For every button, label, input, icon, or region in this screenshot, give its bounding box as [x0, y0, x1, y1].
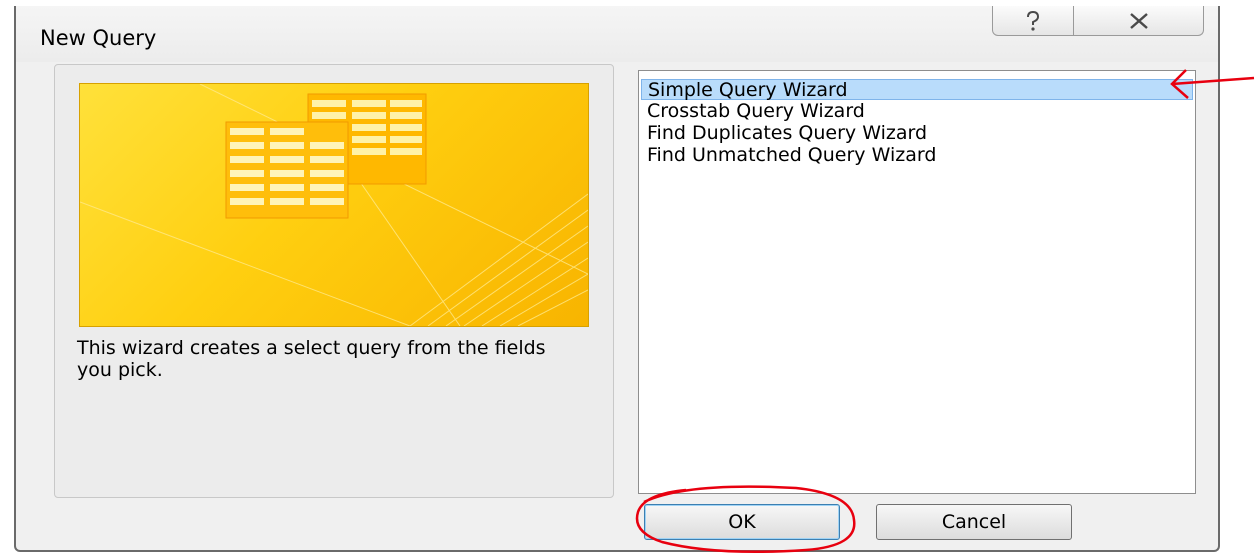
wizard-preview-panel: This wizard creates a select query from …: [54, 64, 614, 498]
dialog-title: New Query: [40, 26, 157, 50]
close-x-icon: [1129, 12, 1148, 29]
list-item-find-unmatched-query-wizard[interactable]: Find Unmatched Query Wizard: [641, 145, 1193, 166]
list-item-simple-query-wizard[interactable]: Simple Query Wizard: [641, 79, 1193, 101]
title-bar: New Query: [16, 6, 1218, 62]
wizard-list[interactable]: Simple Query Wizard Crosstab Query Wizar…: [638, 70, 1196, 494]
close-button[interactable]: [1074, 6, 1204, 36]
cancel-button[interactable]: Cancel: [876, 504, 1072, 540]
table-graphic-icon: [80, 84, 588, 326]
ok-button[interactable]: OK: [644, 504, 840, 540]
list-item-find-duplicates-query-wizard[interactable]: Find Duplicates Query Wizard: [641, 123, 1193, 144]
question-mark-icon: [1027, 10, 1040, 31]
new-query-dialog: New Query This wizard creates a select q…: [14, 6, 1220, 552]
wizard-illustration: [79, 83, 589, 327]
wizard-description: This wizard creates a select query from …: [77, 337, 546, 381]
help-button[interactable]: [992, 6, 1074, 36]
list-item-crosstab-query-wizard[interactable]: Crosstab Query Wizard: [641, 101, 1193, 122]
